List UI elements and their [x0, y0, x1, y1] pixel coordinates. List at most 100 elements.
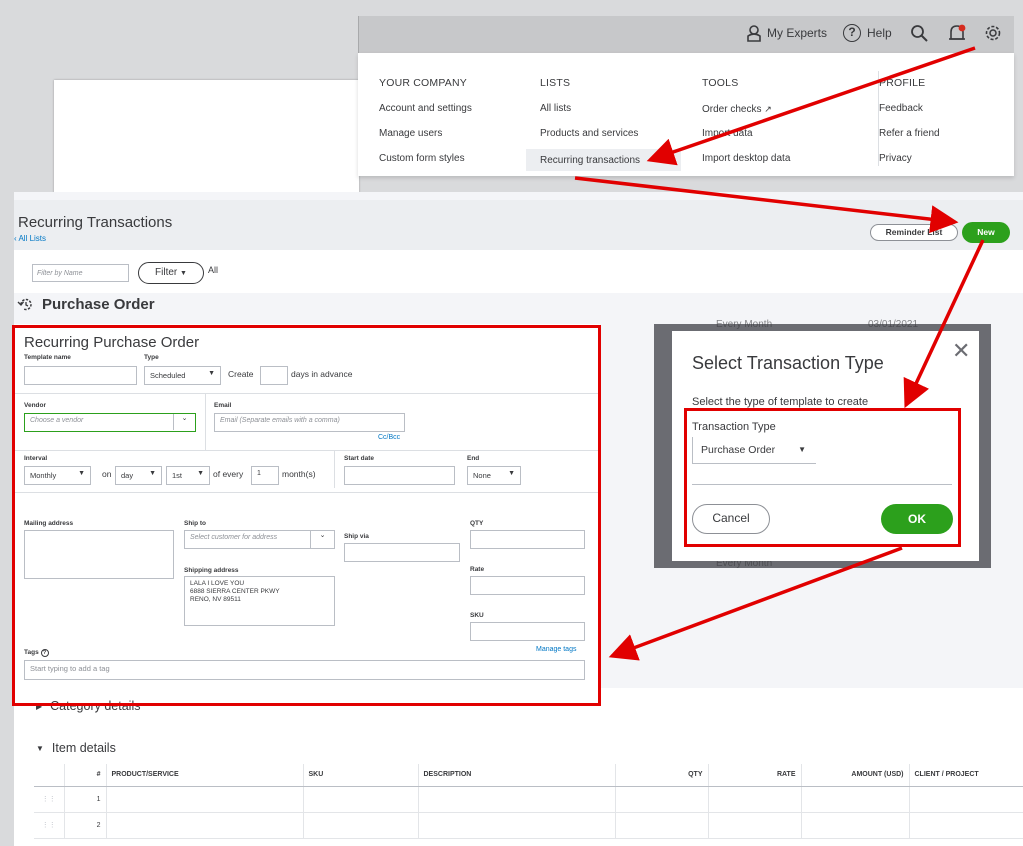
product-service-cell[interactable]	[105, 786, 303, 813]
transaction-type-select[interactable]: Purchase Order ▼	[692, 437, 816, 464]
caret-down-icon: ▼	[36, 743, 44, 753]
column-header: QTY	[614, 764, 708, 787]
rate-cell[interactable]	[707, 786, 801, 813]
all-lists-label: All Lists	[18, 234, 47, 243]
help-icon[interactable]: ?	[40, 649, 49, 657]
mailing-address-input[interactable]	[24, 530, 174, 579]
order-checks-label: Order checks	[702, 104, 762, 115]
caret-down-icon: ▼	[180, 270, 187, 277]
caret-down-icon: ▼	[208, 370, 215, 377]
close-icon[interactable]: ✕	[952, 338, 970, 364]
product-service-cell[interactable]	[105, 812, 303, 839]
shipping-address-label: Shipping address	[184, 567, 239, 574]
start-date-label: Start date	[344, 455, 374, 462]
menu-item-order-checks[interactable]: Order checks ↗	[702, 103, 790, 128]
page-title: Recurring Transactions	[18, 214, 173, 231]
menu-item-manage-users[interactable]: Manage users	[379, 128, 472, 153]
email-input[interactable]: Email (Separate emails with a comma)	[214, 413, 405, 432]
table-row[interactable]: ⋮⋮ 1	[34, 786, 1023, 813]
select-transaction-type-dialog: Select Transaction Type ✕ Select the typ…	[672, 331, 979, 561]
tags-label: Tags ?	[24, 649, 49, 657]
qty-label: QTY	[470, 520, 484, 527]
caret-down-icon: ▼	[508, 470, 515, 477]
description-cell[interactable]	[417, 812, 615, 839]
caret-down-icon: ▼	[798, 445, 806, 454]
menu-item-custom-form-styles[interactable]: Custom form styles	[379, 153, 472, 178]
type-select[interactable]: Scheduled ▼	[144, 366, 221, 385]
interval-label: Interval	[24, 455, 48, 462]
gear-icon[interactable]	[983, 23, 1003, 43]
cc-bcc-link[interactable]: Cc/Bcc	[378, 434, 400, 441]
qty-cell[interactable]	[614, 812, 708, 839]
column-header: PRODUCT/SERVICE	[105, 764, 303, 787]
qty-cell[interactable]	[614, 786, 708, 813]
help-button[interactable]: ? Help	[843, 24, 892, 42]
template-name-input[interactable]	[24, 366, 137, 385]
menu-item-refer-friend[interactable]: Refer a friend	[879, 128, 940, 153]
drag-handle-icon[interactable]: ⋮⋮	[34, 786, 64, 813]
on-label: on	[102, 469, 112, 479]
rate-cell[interactable]	[707, 812, 801, 839]
description-cell[interactable]	[417, 786, 615, 813]
sku-cell[interactable]	[302, 786, 418, 813]
search-icon[interactable]	[910, 24, 929, 43]
menu-column-your-company: YOUR COMPANY Account and settings Manage…	[379, 77, 472, 178]
interval-select[interactable]: Monthly ▼	[24, 466, 91, 485]
my-experts-link[interactable]: My Experts	[747, 24, 827, 42]
category-details-toggle[interactable]: ▶ Category details	[36, 699, 140, 713]
start-date-input[interactable]	[344, 466, 455, 485]
my-experts-label: My Experts	[767, 26, 828, 40]
menu-item-feedback[interactable]: Feedback	[879, 103, 940, 128]
divider	[205, 393, 206, 450]
rate-input[interactable]	[470, 576, 585, 595]
ok-button[interactable]: OK	[881, 504, 953, 534]
shipping-address-line: 6888 SIERRA CENTER PKWY	[190, 588, 280, 595]
sku-cell[interactable]	[302, 812, 418, 839]
filter-by-name-input[interactable]: Filter by Name	[32, 264, 129, 282]
new-button[interactable]: New	[962, 222, 1010, 243]
divider	[14, 492, 600, 493]
menu-item-import-desktop-data[interactable]: Import desktop data	[702, 153, 790, 178]
item-details-toggle[interactable]: ▼ Item details	[36, 741, 116, 755]
client-project-cell[interactable]	[908, 812, 1023, 839]
amount-cell[interactable]	[800, 786, 909, 813]
sku-input[interactable]	[470, 622, 585, 641]
item-details-label: Item details	[51, 741, 116, 755]
shipping-address-input[interactable]: LALA I LOVE YOU 6888 SIERRA CENTER PKWY …	[184, 576, 335, 626]
vendor-select[interactable]: Choose a vendor ⌄	[24, 413, 196, 432]
ship-via-input[interactable]	[344, 543, 460, 562]
end-select[interactable]: None ▼	[467, 466, 521, 485]
menu-item-privacy[interactable]: Privacy	[879, 153, 940, 178]
ordinal-select[interactable]: 1st ▼	[166, 466, 210, 485]
transaction-type-value: Purchase Order	[701, 444, 776, 456]
dialog-description: Select the type of template to create	[692, 396, 869, 408]
interval-select-value: Monthly	[30, 471, 57, 480]
all-lists-link[interactable]: ‹ All Lists	[14, 234, 46, 243]
months-label: month(s)	[282, 469, 316, 479]
menu-item-all-lists[interactable]: All lists	[540, 103, 681, 128]
caret-down-icon: ▼	[78, 470, 85, 477]
menu-heading: LISTS	[540, 77, 571, 89]
table-row[interactable]: ⋮⋮ 2	[34, 812, 1023, 839]
tags-input[interactable]: Start typing to add a tag	[24, 660, 585, 680]
every-count-input[interactable]: 1	[251, 466, 279, 485]
manage-tags-link[interactable]: Manage tags	[536, 646, 576, 653]
day-select[interactable]: day ▼	[115, 466, 162, 485]
external-link-icon: ↗	[764, 104, 772, 114]
notifications-bell-icon[interactable]	[947, 23, 967, 44]
menu-item-account-settings[interactable]: Account and settings	[379, 103, 472, 128]
days-in-advance-label: days in advance	[291, 369, 353, 379]
caret-down-icon: ▼	[149, 470, 156, 477]
ship-to-select[interactable]: Select customer for address ⌄	[184, 530, 335, 549]
form-heading: Recurring Purchase Order	[24, 334, 200, 351]
client-project-cell[interactable]	[908, 786, 1023, 813]
drag-handle-icon[interactable]: ⋮⋮	[34, 812, 64, 839]
reminder-list-button[interactable]: Reminder List	[870, 224, 958, 241]
cancel-button[interactable]: Cancel	[692, 504, 770, 534]
days-in-advance-input[interactable]	[260, 366, 288, 385]
amount-cell[interactable]	[800, 812, 909, 839]
filter-button[interactable]: Filter ▼	[138, 262, 204, 284]
menu-item-import-data[interactable]: Import data	[702, 128, 790, 153]
qty-input[interactable]	[470, 530, 585, 549]
menu-item-recurring-transactions[interactable]: Recurring transactions	[526, 149, 681, 171]
